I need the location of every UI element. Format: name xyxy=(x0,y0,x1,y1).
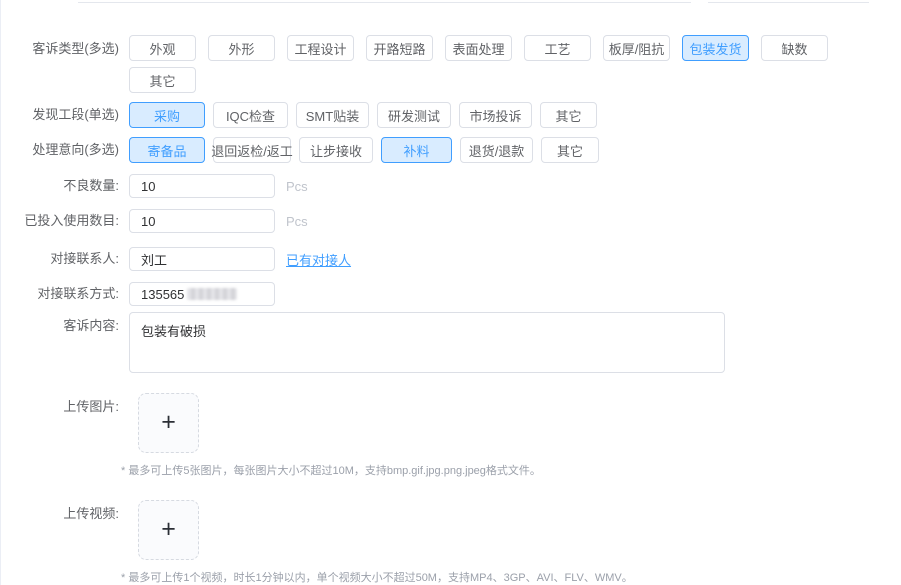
row-defect-qty: 不良数量: Pcs xyxy=(1,174,901,198)
handling-intent-option[interactable]: 退货/退款 xyxy=(460,137,533,163)
contact-person-label: 对接联系人: xyxy=(1,251,119,268)
discovery-stage-option[interactable]: 研发测试 xyxy=(377,102,451,128)
complaint-type-options: 外观 外形 工程设计 开路短路 表面处理 工艺 板厚/阻抗 包装发货 缺数 其它 xyxy=(129,35,859,93)
complaint-type-option[interactable]: 表面处理 xyxy=(445,35,512,61)
handling-intent-option-selected[interactable]: 寄备品 xyxy=(129,137,205,163)
handling-intent-option[interactable]: 让步接收 xyxy=(299,137,373,163)
upload-image-label: 上传图片: xyxy=(1,393,119,416)
handling-intent-option[interactable]: 其它 xyxy=(541,137,599,163)
upload-video-label: 上传视频: xyxy=(1,500,119,523)
handling-intent-option-selected[interactable]: 补料 xyxy=(381,137,452,163)
top-divider xyxy=(708,2,869,3)
defect-qty-label: 不良数量: xyxy=(1,178,119,195)
contact-method-input[interactable]: 135565 xyxy=(129,282,275,306)
upload-video-hint: * 最多可上传1个视频，时长1分钟以内，单个视频大小不超过50M，支持MP4、3… xyxy=(121,569,633,585)
row-handling-intent: 处理意向(多选) 寄备品 退回返检/返工 让步接收 补料 退货/退款 其它 xyxy=(1,137,901,163)
contact-method-redacted-area xyxy=(187,288,237,300)
row-used-qty: 已投入使用数目: Pcs xyxy=(1,209,901,233)
defect-qty-unit: Pcs xyxy=(286,179,308,194)
existing-contact-link[interactable]: 已有对接人 xyxy=(286,250,351,269)
discovery-stage-option[interactable]: IQC检查 xyxy=(213,102,288,128)
row-contact-person: 对接联系人: 已有对接人 xyxy=(1,247,901,271)
used-qty-input[interactable] xyxy=(129,209,275,233)
complaint-form: 客诉类型(多选) 外观 外形 工程设计 开路短路 表面处理 工艺 板厚/阻抗 包… xyxy=(1,0,901,585)
handling-intent-label: 处理意向(多选) xyxy=(1,142,119,159)
complaint-content-label: 客诉内容: xyxy=(1,312,119,335)
upload-image-hint: * 最多可上传5张图片，每张图片大小不超过10M，支持bmp.gif.jpg.p… xyxy=(121,462,541,478)
discovery-stage-option[interactable]: 其它 xyxy=(540,102,597,128)
complaint-type-option-selected[interactable]: 包装发货 xyxy=(682,35,749,61)
top-divider xyxy=(78,2,691,3)
used-qty-unit: Pcs xyxy=(286,214,308,229)
complaint-type-option[interactable]: 其它 xyxy=(129,67,196,93)
complaint-form-page: 客诉类型(多选) 外观 外形 工程设计 开路短路 表面处理 工艺 板厚/阻抗 包… xyxy=(0,0,901,585)
row-complaint-content: 客诉内容: 包装有破损 xyxy=(1,312,901,378)
row-upload-image: 上传图片: + * 最多可上传5张图片，每张图片大小不超过10M，支持bmp.g… xyxy=(1,393,901,478)
discovery-stage-label: 发现工段(单选) xyxy=(1,107,119,124)
row-complaint-type: 客诉类型(多选) 外观 外形 工程设计 开路短路 表面处理 工艺 板厚/阻抗 包… xyxy=(1,35,901,93)
upload-image-button[interactable]: + xyxy=(138,393,199,453)
complaint-type-option[interactable]: 工艺 xyxy=(524,35,591,61)
complaint-type-option[interactable]: 外形 xyxy=(208,35,275,61)
defect-qty-input[interactable] xyxy=(129,174,275,198)
complaint-type-option[interactable]: 板厚/阻抗 xyxy=(603,35,670,61)
discovery-stage-options: 采购 IQC检查 SMT贴装 研发测试 市场投诉 其它 xyxy=(129,102,597,128)
upload-video-button[interactable]: + xyxy=(138,500,199,560)
complaint-type-option[interactable]: 缺数 xyxy=(761,35,828,61)
contact-method-label: 对接联系方式: xyxy=(1,286,119,303)
used-qty-label: 已投入使用数目: xyxy=(1,213,119,230)
handling-intent-option[interactable]: 退回返检/返工 xyxy=(213,137,291,163)
row-upload-video: 上传视频: + * 最多可上传1个视频，时长1分钟以内，单个视频大小不超过50M… xyxy=(1,500,901,585)
plus-icon: + xyxy=(161,517,176,542)
complaint-content-textarea[interactable]: 包装有破损 xyxy=(129,312,725,373)
complaint-type-option[interactable]: 开路短路 xyxy=(366,35,433,61)
handling-intent-options: 寄备品 退回返检/返工 让步接收 补料 退货/退款 其它 xyxy=(129,137,599,163)
complaint-type-label: 客诉类型(多选) xyxy=(1,35,119,58)
discovery-stage-option-selected[interactable]: 采购 xyxy=(129,102,205,128)
complaint-type-option[interactable]: 工程设计 xyxy=(287,35,354,61)
complaint-type-option[interactable]: 外观 xyxy=(129,35,196,61)
plus-icon: + xyxy=(161,410,176,435)
discovery-stage-option[interactable]: SMT贴装 xyxy=(296,102,369,128)
contact-method-visible-digits: 135565 xyxy=(141,287,184,302)
row-discovery-stage: 发现工段(单选) 采购 IQC检查 SMT贴装 研发测试 市场投诉 其它 xyxy=(1,102,901,128)
row-contact-method: 对接联系方式: 135565 xyxy=(1,282,901,306)
contact-person-input[interactable] xyxy=(129,247,275,271)
discovery-stage-option[interactable]: 市场投诉 xyxy=(459,102,532,128)
